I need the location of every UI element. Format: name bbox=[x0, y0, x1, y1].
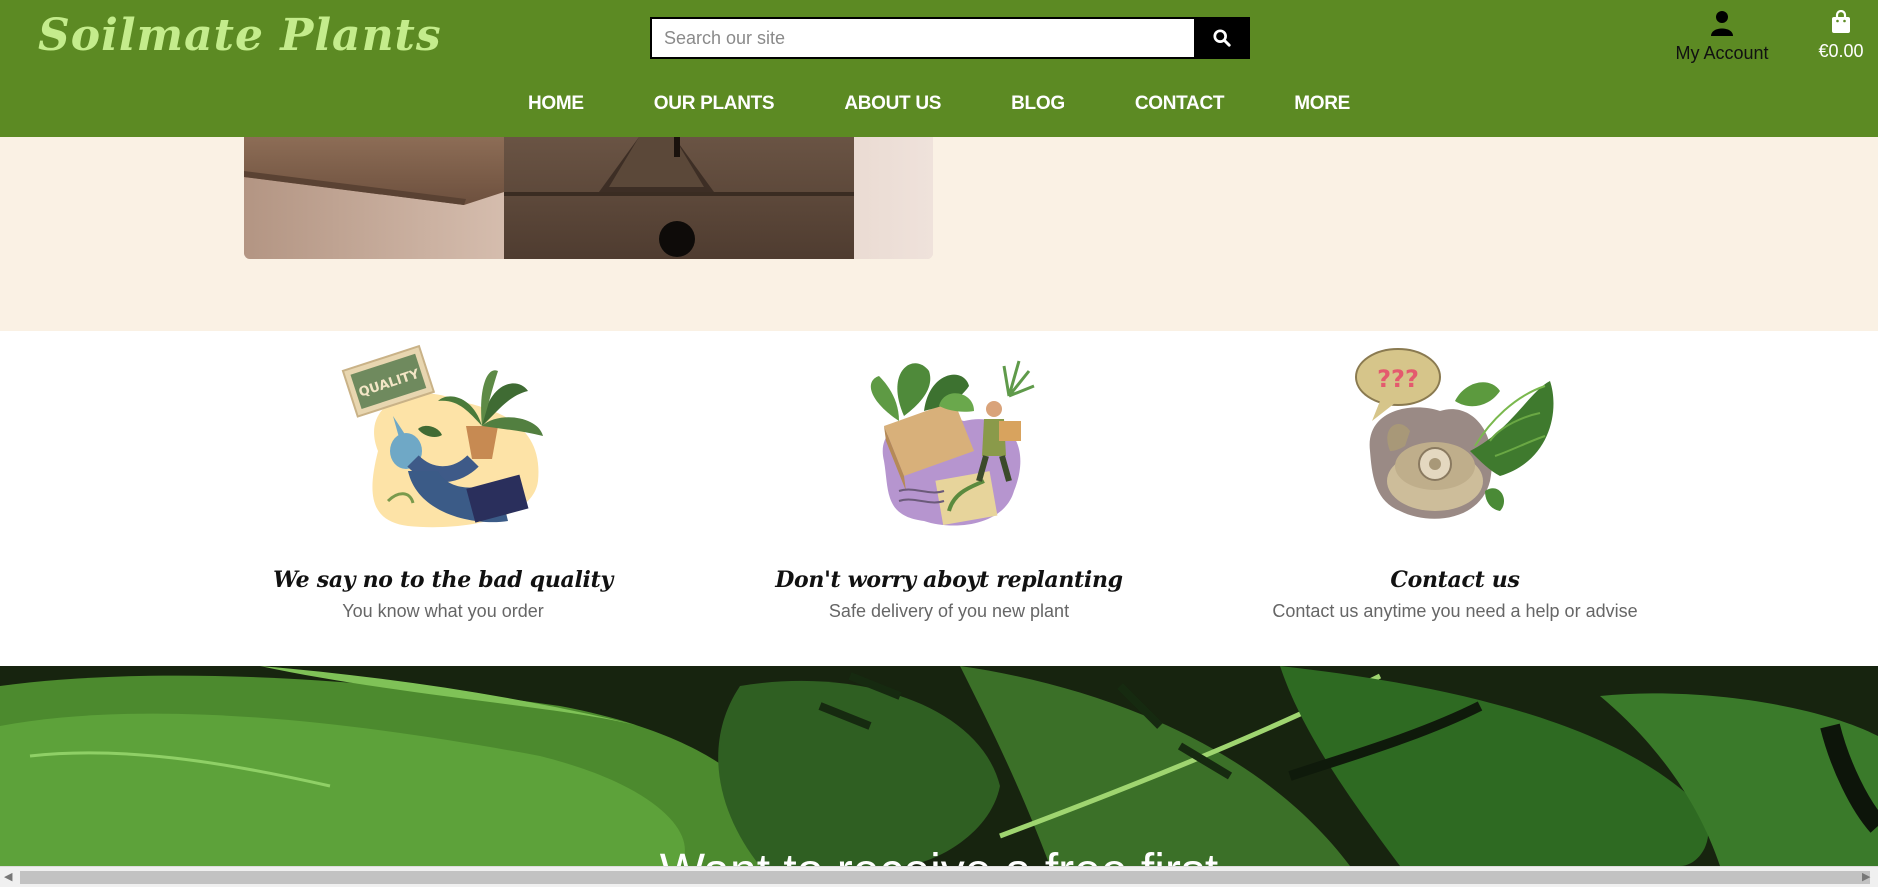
site-logo[interactable]: Soilmate Plants bbox=[38, 10, 442, 61]
hero-section bbox=[0, 137, 1878, 331]
nav-contact[interactable]: CONTACT bbox=[1100, 93, 1259, 115]
banner-heading: Want to receive a free first bbox=[0, 844, 1878, 866]
main-nav: HOME OUR PLANTS ABOUT US BLOG CONTACT MO… bbox=[0, 93, 1878, 115]
features-section: QUALITY We say no to the bad quality You… bbox=[0, 331, 1878, 666]
search-form bbox=[650, 17, 1250, 59]
nav-about-us[interactable]: ABOUT US bbox=[809, 93, 976, 115]
search-button[interactable] bbox=[1194, 17, 1250, 59]
my-account-label: My Account bbox=[1675, 43, 1769, 63]
newsletter-banner: Want to receive a free first bbox=[0, 666, 1878, 866]
nav-home[interactable]: HOME bbox=[493, 93, 619, 115]
search-icon bbox=[1213, 29, 1231, 47]
shopping-bag-icon bbox=[1832, 9, 1850, 33]
scrollbar-thumb[interactable] bbox=[20, 871, 1870, 884]
bubble-text: ??? bbox=[1377, 365, 1419, 393]
monstera-leaves-background bbox=[0, 666, 1878, 866]
user-icon bbox=[1711, 11, 1733, 36]
feature-subtitle: Contact us anytime you need a help or ad… bbox=[1272, 601, 1638, 621]
cart-link[interactable]: €0.00 bbox=[1808, 9, 1874, 62]
feature-subtitle: Safe delivery of you new plant bbox=[828, 601, 1070, 621]
quality-illustration-icon: QUALITY bbox=[341, 344, 543, 528]
horizontal-scrollbar[interactable]: ◀ ▶ bbox=[0, 866, 1878, 887]
feature-subtitle: You know what you order bbox=[342, 601, 544, 621]
scroll-left-arrow-icon[interactable]: ◀ bbox=[4, 872, 14, 883]
phone-illustration-icon: ??? bbox=[1355, 348, 1554, 519]
feature-title: Don't worry aboyt replanting bbox=[775, 567, 1123, 593]
search-input[interactable] bbox=[650, 17, 1194, 59]
scroll-right-arrow-icon[interactable]: ▶ bbox=[1862, 872, 1872, 883]
nav-our-plants[interactable]: OUR PLANTS bbox=[619, 93, 810, 115]
nav-blog[interactable]: BLOG bbox=[976, 93, 1100, 115]
site-header: Soilmate Plants My Account €0.00 HOME OU… bbox=[0, 0, 1878, 137]
my-account-link[interactable]: My Account bbox=[1663, 10, 1781, 64]
boxes-photo bbox=[244, 137, 933, 259]
nav-more[interactable]: MORE bbox=[1259, 93, 1385, 115]
feature-title: Contact us bbox=[1390, 567, 1520, 593]
delivery-illustration-icon bbox=[870, 360, 1035, 526]
feature-title: We say no to the bad quality bbox=[273, 567, 613, 593]
cart-total: €0.00 bbox=[1818, 41, 1864, 61]
